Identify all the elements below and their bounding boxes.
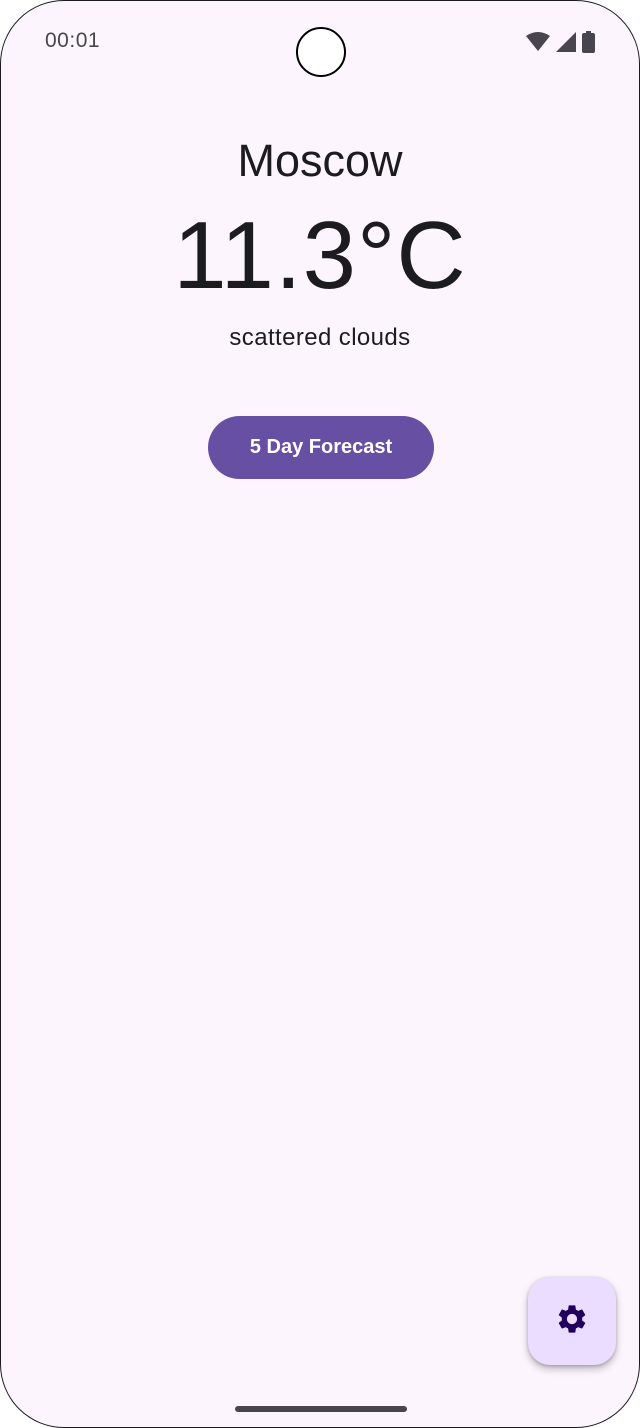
five-day-forecast-button[interactable]: 5 Day Forecast (208, 416, 434, 479)
gear-icon (555, 1302, 589, 1341)
camera-cutout (296, 27, 346, 77)
home-indicator[interactable] (235, 1406, 407, 1412)
settings-button[interactable] (528, 1277, 616, 1365)
phone-screen: 00:01 Moscow 11.3°C scattered clouds 5 D… (0, 0, 640, 1428)
cellular-signal-icon (556, 32, 576, 52)
wifi-icon (526, 32, 550, 52)
status-icons (526, 31, 595, 53)
status-time: 00:01 (45, 29, 101, 52)
temperature-value: 11.3°C (173, 202, 467, 309)
weather-description: scattered clouds (229, 324, 411, 351)
city-name: Moscow (237, 135, 403, 186)
battery-icon (582, 31, 595, 53)
status-bar: 00:01 (1, 1, 639, 81)
